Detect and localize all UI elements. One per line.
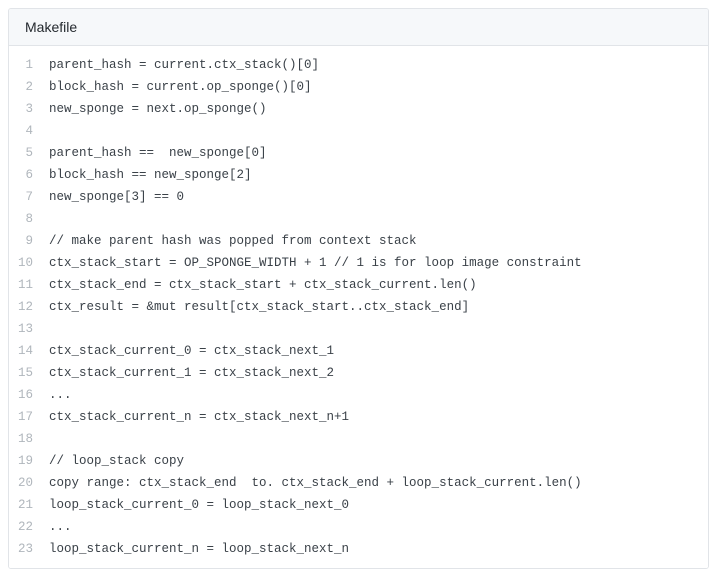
code-line: 10ctx_stack_start = OP_SPONGE_WIDTH + 1 …	[9, 252, 708, 274]
code-language-label: Makefile	[25, 19, 77, 35]
line-number: 18	[9, 428, 49, 450]
line-number: 9	[9, 230, 49, 252]
line-number: 23	[9, 538, 49, 560]
line-number: 5	[9, 142, 49, 164]
line-content: block_hash == new_sponge[2]	[49, 164, 268, 186]
line-number: 12	[9, 296, 49, 318]
code-line: 4	[9, 120, 708, 142]
code-line: 18	[9, 428, 708, 450]
line-content: ctx_result = &mut result[ctx_stack_start…	[49, 296, 485, 318]
line-content: ctx_stack_end = ctx_stack_start + ctx_st…	[49, 274, 493, 296]
code-line: 21loop_stack_current_0 = loop_stack_next…	[9, 494, 708, 516]
line-number: 22	[9, 516, 49, 538]
line-content: ctx_stack_current_n = ctx_stack_next_n+1	[49, 406, 365, 428]
line-number: 19	[9, 450, 49, 472]
code-line: 22...	[9, 516, 708, 538]
line-number: 21	[9, 494, 49, 516]
code-line: 7new_sponge[3] == 0	[9, 186, 708, 208]
code-line: 12ctx_result = &mut result[ctx_stack_sta…	[9, 296, 708, 318]
code-line: 11ctx_stack_end = ctx_stack_start + ctx_…	[9, 274, 708, 296]
line-content: // loop_stack copy	[49, 450, 200, 472]
code-line: 20copy range: ctx_stack_end to. ctx_stac…	[9, 472, 708, 494]
line-content	[49, 318, 65, 340]
line-number: 2	[9, 76, 49, 98]
line-content: loop_stack_current_0 = loop_stack_next_0	[49, 494, 365, 516]
line-number: 16	[9, 384, 49, 406]
line-content: parent_hash = current.ctx_stack()[0]	[49, 54, 335, 76]
code-line: 6block_hash == new_sponge[2]	[9, 164, 708, 186]
code-line: 16...	[9, 384, 708, 406]
line-content	[49, 120, 65, 142]
line-content: new_sponge[3] == 0	[49, 186, 200, 208]
code-line: 15ctx_stack_current_1 = ctx_stack_next_2	[9, 362, 708, 384]
line-content	[49, 428, 65, 450]
line-number: 13	[9, 318, 49, 340]
code-line: 1parent_hash = current.ctx_stack()[0]	[9, 54, 708, 76]
code-line: 17ctx_stack_current_n = ctx_stack_next_n…	[9, 406, 708, 428]
line-number: 17	[9, 406, 49, 428]
line-number: 14	[9, 340, 49, 362]
line-number: 4	[9, 120, 49, 142]
line-content: ...	[49, 384, 88, 406]
code-line: 23loop_stack_current_n = loop_stack_next…	[9, 538, 708, 560]
code-line: 2block_hash = current.op_sponge()[0]	[9, 76, 708, 98]
code-body: 1parent_hash = current.ctx_stack()[0]2bl…	[9, 46, 708, 568]
line-number: 1	[9, 54, 49, 76]
code-line: 9// make parent hash was popped from con…	[9, 230, 708, 252]
line-number: 15	[9, 362, 49, 384]
line-content	[49, 208, 65, 230]
line-number: 6	[9, 164, 49, 186]
line-content: ctx_stack_current_0 = ctx_stack_next_1	[49, 340, 350, 362]
code-language-header: Makefile	[9, 9, 708, 46]
line-content: new_sponge = next.op_sponge()	[49, 98, 283, 120]
code-line: 19// loop_stack copy	[9, 450, 708, 472]
line-content: parent_hash == new_sponge[0]	[49, 142, 283, 164]
line-number: 3	[9, 98, 49, 120]
line-content: ctx_stack_start = OP_SPONGE_WIDTH + 1 //…	[49, 252, 598, 274]
code-line: 14ctx_stack_current_0 = ctx_stack_next_1	[9, 340, 708, 362]
line-content: ctx_stack_current_1 = ctx_stack_next_2	[49, 362, 350, 384]
code-block: Makefile 1parent_hash = current.ctx_stac…	[8, 8, 709, 569]
line-content: copy range: ctx_stack_end to. ctx_stack_…	[49, 472, 598, 494]
line-content: // make parent hash was popped from cont…	[49, 230, 433, 252]
line-number: 10	[9, 252, 49, 274]
code-line: 13	[9, 318, 708, 340]
line-number: 11	[9, 274, 49, 296]
code-line: 3new_sponge = next.op_sponge()	[9, 98, 708, 120]
line-content: block_hash = current.op_sponge()[0]	[49, 76, 328, 98]
line-number: 7	[9, 186, 49, 208]
line-content: ...	[49, 516, 88, 538]
line-number: 20	[9, 472, 49, 494]
code-line: 8	[9, 208, 708, 230]
code-line: 5parent_hash == new_sponge[0]	[9, 142, 708, 164]
line-content: loop_stack_current_n = loop_stack_next_n	[49, 538, 365, 560]
line-number: 8	[9, 208, 49, 230]
